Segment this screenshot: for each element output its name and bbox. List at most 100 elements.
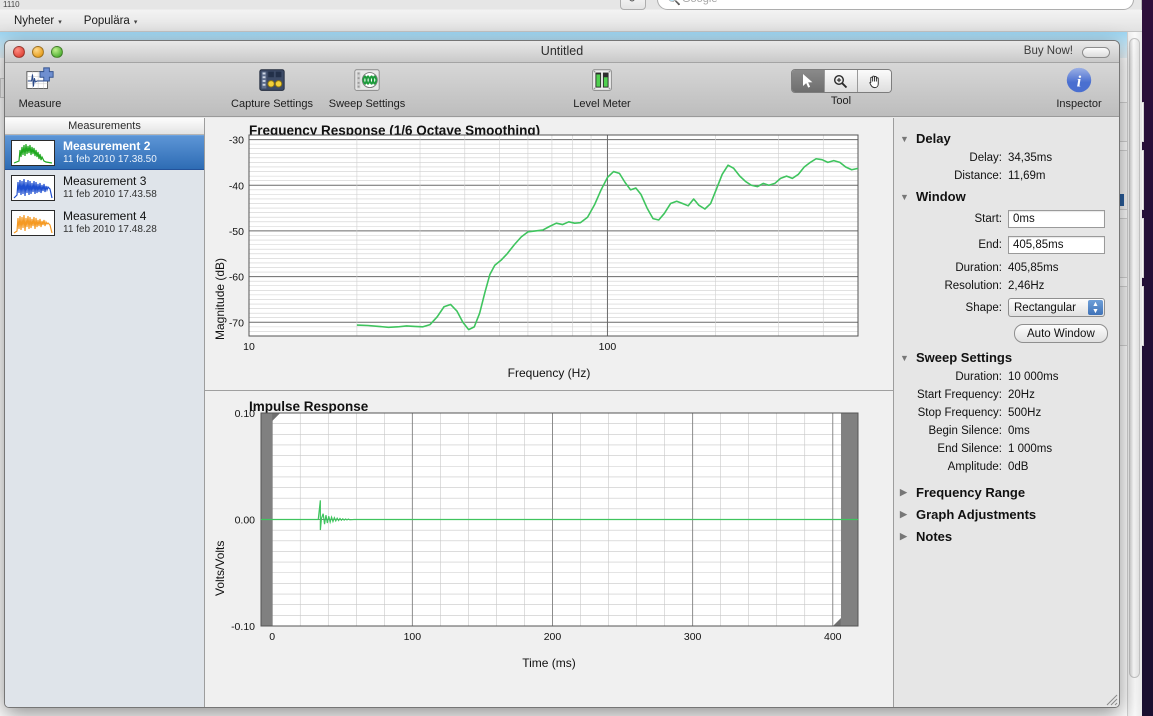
- disclosure-triangle-icon[interactable]: ▶: [900, 531, 910, 542]
- svg-text:10: 10: [243, 341, 255, 353]
- measurement-thumbnail: [11, 139, 55, 166]
- section-title: Notes: [916, 529, 953, 544]
- waveform-icon: [13, 178, 53, 198]
- frequency-response-xlabel: Frequency (Hz): [507, 366, 591, 380]
- measure-icon: [26, 67, 54, 89]
- row-value: 10 000ms: [1008, 371, 1059, 383]
- window-start-input[interactable]: 0ms: [1008, 210, 1105, 228]
- row-label: Start Frequency:: [916, 389, 1002, 401]
- browser-url-text: 1110: [3, 0, 20, 9]
- window-title: Untitled: [540, 44, 584, 58]
- row-value: 0dB: [1008, 461, 1029, 473]
- delay-row: Delay: 34,35ms: [898, 152, 1111, 164]
- section-title: Window: [916, 189, 966, 204]
- measurement-thumbnail: [11, 174, 55, 201]
- window-toolbar: Measure Capture Settings Sweep Settings …: [5, 63, 1119, 117]
- svg-text:300: 300: [684, 631, 702, 643]
- svg-text:i: i: [1077, 74, 1082, 91]
- disclosure-triangle-icon[interactable]: ▼: [900, 134, 910, 144]
- window-resolution-row: Resolution: 2,46Hz: [898, 280, 1111, 292]
- bookmark-populara[interactable]: Populära ▾: [84, 15, 138, 27]
- toolbar-item-inspector[interactable]: i Inspector: [1047, 66, 1111, 110]
- row-value: 1 000ms: [1008, 443, 1053, 455]
- capture-settings-icon: [259, 69, 285, 91]
- bookmarks-bar: Nyheter ▾ Populära ▾: [0, 10, 1142, 32]
- measurement-date: 11 feb 2010 17.38.50: [63, 153, 157, 165]
- sweep-settings-icon: [354, 69, 380, 91]
- list-item[interactable]: Measurement 2 11 feb 2010 17.38.50: [5, 135, 204, 170]
- row-label: Delay:: [969, 152, 1002, 164]
- disclosure-triangle-icon[interactable]: ▶: [900, 509, 910, 520]
- row-label: End:: [978, 239, 1002, 251]
- frequency-response-pane[interactable]: Frequency Response (1/6 Octave Smoothing…: [205, 118, 893, 391]
- section-header-notes[interactable]: ▶ Notes: [900, 529, 1111, 544]
- zoom-tool-button[interactable]: [824, 70, 858, 92]
- disclosure-triangle-icon[interactable]: ▼: [900, 192, 910, 202]
- list-item-text: Measurement 4 11 feb 2010 17.48.28: [63, 209, 157, 235]
- svg-text:-40: -40: [229, 180, 244, 192]
- buy-now-label[interactable]: Buy Now!: [1024, 45, 1073, 57]
- auto-window-button[interactable]: Auto Window: [1014, 324, 1108, 343]
- row-label: Stop Frequency:: [917, 407, 1002, 419]
- reload-icon[interactable]: ⟳: [620, 0, 646, 10]
- sweep-start-frequency-row: Start Frequency: 20Hz: [898, 389, 1111, 401]
- measurement-name: Measurement 2: [63, 138, 151, 153]
- toolbar-item-level-meter[interactable]: Level Meter: [565, 66, 639, 110]
- disclosure-triangle-icon[interactable]: ▼: [900, 353, 910, 363]
- section-header-sweep-settings[interactable]: ▼ Sweep Settings: [900, 350, 1111, 365]
- row-label: Distance:: [954, 170, 1002, 182]
- hand-tool-button[interactable]: [857, 70, 891, 92]
- section-header-graph-adjustments[interactable]: ▶ Graph Adjustments: [900, 507, 1111, 522]
- sidebar-header: Measurements: [5, 118, 204, 135]
- row-label: Start:: [974, 213, 1002, 225]
- toolbar-label: Sweep Settings: [328, 98, 406, 110]
- svg-text:400: 400: [824, 631, 842, 643]
- search-icon: 🔍: [667, 0, 681, 6]
- arrow-icon: [802, 74, 812, 88]
- frequency-response-plot: -30 -40 -50 -60 -70 10 100: [229, 134, 859, 353]
- arrow-tool-button[interactable]: [791, 70, 825, 92]
- svg-text:-0.10: -0.10: [231, 621, 255, 633]
- inspector-panel: ▼ Delay Delay: 34,35ms Distance: 11,69m …: [894, 118, 1119, 707]
- toolbar-label: Level Meter: [573, 98, 631, 110]
- waveform-icon: [13, 214, 53, 233]
- bookmark-label: Populära: [83, 14, 130, 27]
- tool-segmented-control[interactable]: [790, 69, 892, 93]
- toolbar-item-measure[interactable]: Measure: [13, 66, 67, 110]
- impulse-response-pane[interactable]: Impulse Response Volts/Volts Time (ms) 0…: [205, 391, 893, 707]
- section-header-window[interactable]: ▼ Window: [900, 189, 1111, 204]
- toolbar-label: Tool: [830, 95, 852, 107]
- impulse-response-plot: 0.10 0.00 -0.10 0 100 200 300 400: [231, 408, 859, 643]
- list-item[interactable]: Measurement 4 11 feb 2010 17.48.28: [5, 205, 204, 240]
- row-label: Duration:: [955, 371, 1002, 383]
- list-item[interactable]: Measurement 3 11 feb 2010 17.43.58: [5, 170, 204, 205]
- browser-scrollbar-thumb[interactable]: [1129, 38, 1140, 678]
- svg-text:-50: -50: [229, 226, 244, 238]
- row-label: Amplitude:: [947, 461, 1002, 473]
- section-header-delay[interactable]: ▼ Delay: [900, 131, 1111, 146]
- row-value: 405,85ms: [1008, 262, 1059, 274]
- svg-text:0.10: 0.10: [235, 408, 256, 420]
- toolbar-item-tool-group: Tool: [790, 66, 892, 107]
- window-shape-select[interactable]: Rectangular ▲ ▼: [1008, 298, 1105, 317]
- window-end-input[interactable]: 405,85ms: [1008, 236, 1105, 254]
- graph-area: Frequency Response (1/6 Octave Smoothing…: [205, 118, 894, 707]
- disclosure-triangle-icon[interactable]: ▶: [900, 487, 910, 498]
- section-title: Sweep Settings: [916, 350, 1013, 365]
- toolbar-item-sweep-settings[interactable]: Sweep Settings: [323, 66, 411, 110]
- row-value: 2,46Hz: [1008, 280, 1045, 292]
- toolbar-label: Capture Settings: [231, 98, 313, 110]
- search-input[interactable]: [657, 0, 1134, 10]
- list-item-text: Measurement 3 11 feb 2010 17.43.58: [63, 174, 157, 200]
- section-title: Graph Adjustments: [916, 507, 1037, 522]
- measurement-date: 11 feb 2010 17.43.58: [63, 188, 157, 200]
- resize-grip-icon[interactable]: [1104, 692, 1118, 706]
- section-header-frequency-range[interactable]: ▶ Frequency Range: [900, 485, 1111, 500]
- stepper-arrows-icon[interactable]: ▲ ▼: [1088, 300, 1103, 315]
- measurement-thumbnail: [11, 209, 55, 236]
- row-label: Begin Silence:: [928, 425, 1002, 437]
- toolbar-toggle-button[interactable]: [1082, 47, 1110, 58]
- bookmark-nyheter[interactable]: Nyheter ▾: [14, 15, 62, 27]
- sweep-stop-frequency-row: Stop Frequency: 500Hz: [898, 407, 1111, 419]
- toolbar-item-capture-settings[interactable]: Capture Settings: [225, 66, 319, 110]
